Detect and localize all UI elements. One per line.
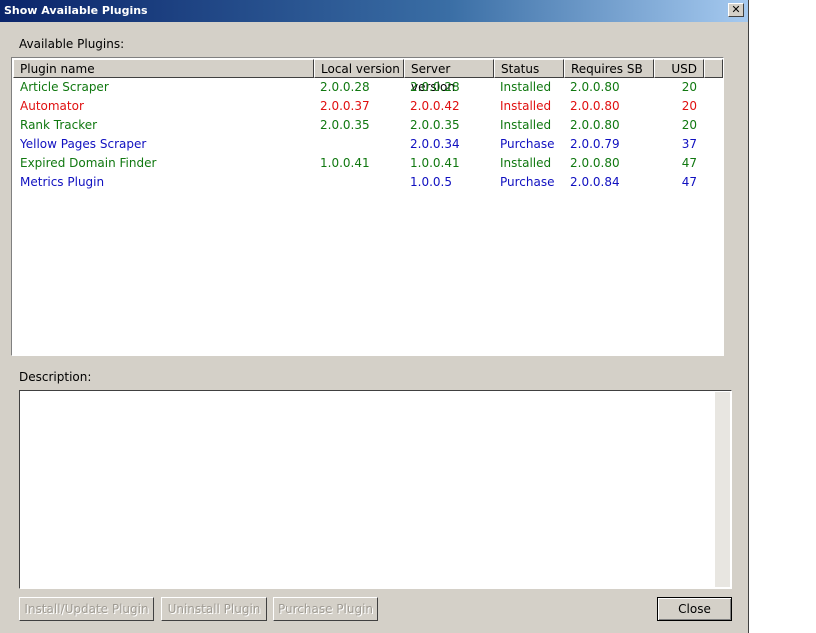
cell-server: 1.0.0.41 (410, 156, 460, 170)
column-header-plugin-name[interactable]: Plugin name (13, 59, 314, 78)
cell-status: Installed (500, 80, 552, 94)
cell-requires: 2.0.0.79 (570, 137, 620, 151)
plugins-table: Plugin name Local version Server version… (11, 57, 724, 356)
cell-requires: 2.0.0.80 (570, 156, 620, 170)
cell-usd: 20 (681, 99, 697, 113)
description-scrollbar[interactable] (715, 392, 730, 587)
cell-requires: 2.0.0.80 (570, 118, 620, 132)
available-plugins-label: Available Plugins: (19, 37, 125, 51)
description-label: Description: (19, 370, 92, 384)
cell-status: Installed (500, 99, 552, 113)
window-title: Show Available Plugins (4, 4, 148, 17)
table-row[interactable]: Automator 2.0.0.37 2.0.0.42 Installed 2.0.0.… (13, 97, 723, 116)
cell-server: 2.0.0.28 (410, 80, 460, 94)
cell-local: 2.0.0.35 (320, 118, 370, 132)
column-header-local-version[interactable]: Local version (314, 59, 404, 78)
cell-usd: 47 (681, 175, 697, 189)
cell-name: Article Scraper (20, 80, 109, 94)
column-header-usd[interactable]: USD (654, 59, 704, 78)
uninstall-plugin-button[interactable]: Uninstall Plugin (161, 597, 267, 621)
cell-name: Metrics Plugin (20, 175, 105, 189)
cell-local: 2.0.0.28 (320, 80, 370, 94)
cell-server: 2.0.0.34 (410, 137, 460, 151)
cell-status: Purchase (500, 175, 555, 189)
cell-requires: 2.0.0.80 (570, 99, 620, 113)
cell-usd: 37 (681, 137, 697, 151)
description-textarea[interactable] (19, 390, 732, 589)
cell-usd: 20 (681, 118, 697, 132)
purchase-plugin-button[interactable]: Purchase Plugin (273, 597, 378, 621)
cell-status: Installed (500, 156, 552, 170)
table-row[interactable]: Expired Domain Finder 1.0.0.41 1.0.0.41 Ins… (13, 154, 723, 173)
cell-name: Expired Domain Finder (20, 156, 157, 170)
title-bar: Show Available Plugins ✕ (0, 0, 748, 22)
cell-local: 2.0.0.37 (320, 99, 370, 113)
column-header-filler (704, 59, 723, 78)
cell-status: Purchase (500, 137, 555, 151)
table-row[interactable]: Article Scraper 2.0.0.28 2.0.0.28 Installed… (13, 78, 723, 97)
close-window-icon[interactable]: ✕ (728, 3, 744, 17)
column-header-status[interactable]: Status (494, 59, 564, 78)
table-row[interactable]: Metrics Plugin 1.0.0.5 Purchase 2.0.0.84 47 (13, 173, 723, 192)
table-row[interactable]: Yellow Pages Scraper 2.0.0.34 Purchase 2.0.… (13, 135, 723, 154)
cell-status: Installed (500, 118, 552, 132)
cell-server: 2.0.0.42 (410, 99, 460, 113)
table-header: Plugin name Local version Server version… (13, 59, 723, 94)
cell-name: Yellow Pages Scraper (20, 137, 147, 151)
cell-server: 2.0.0.35 (410, 118, 460, 132)
cell-local: 1.0.0.41 (320, 156, 370, 170)
table-row[interactable]: Rank Tracker 2.0.0.35 2.0.0.35 Installed 2.0… (13, 116, 723, 135)
cell-requires: 2.0.0.80 (570, 80, 620, 94)
cell-requires: 2.0.0.84 (570, 175, 620, 189)
cell-name: Automator (20, 99, 84, 113)
cell-name: Rank Tracker (20, 118, 98, 132)
plugins-dialog: Show Available Plugins ✕ Available Plugi… (0, 0, 749, 633)
column-header-requires-sb[interactable]: Requires SB (564, 59, 654, 78)
cell-usd: 47 (681, 156, 697, 170)
column-header-server-version[interactable]: Server version (404, 59, 494, 94)
cell-server: 1.0.0.5 (410, 175, 452, 189)
close-button[interactable]: Close (657, 597, 732, 621)
cell-usd: 20 (681, 80, 697, 94)
install-update-plugin-button[interactable]: Install/Update Plugin (19, 597, 154, 621)
